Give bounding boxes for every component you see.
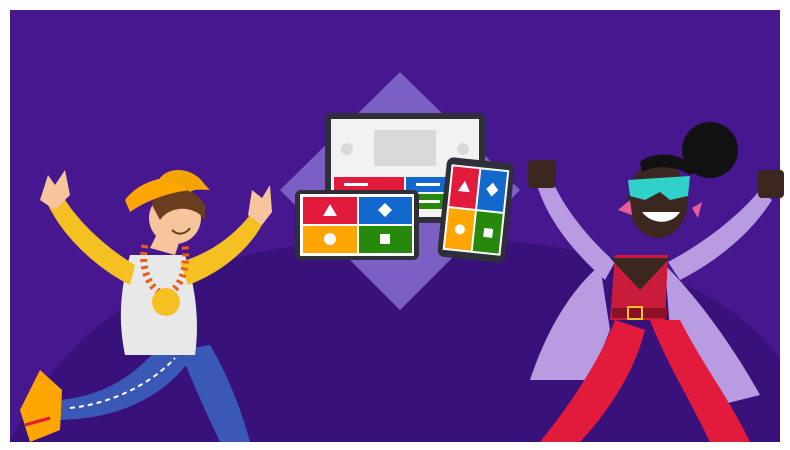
- phone-icon: [437, 157, 515, 263]
- illustration-scene: [0, 0, 790, 450]
- tablet-icon: [295, 190, 419, 260]
- square-icon: [380, 234, 390, 244]
- circle-icon: [324, 233, 336, 245]
